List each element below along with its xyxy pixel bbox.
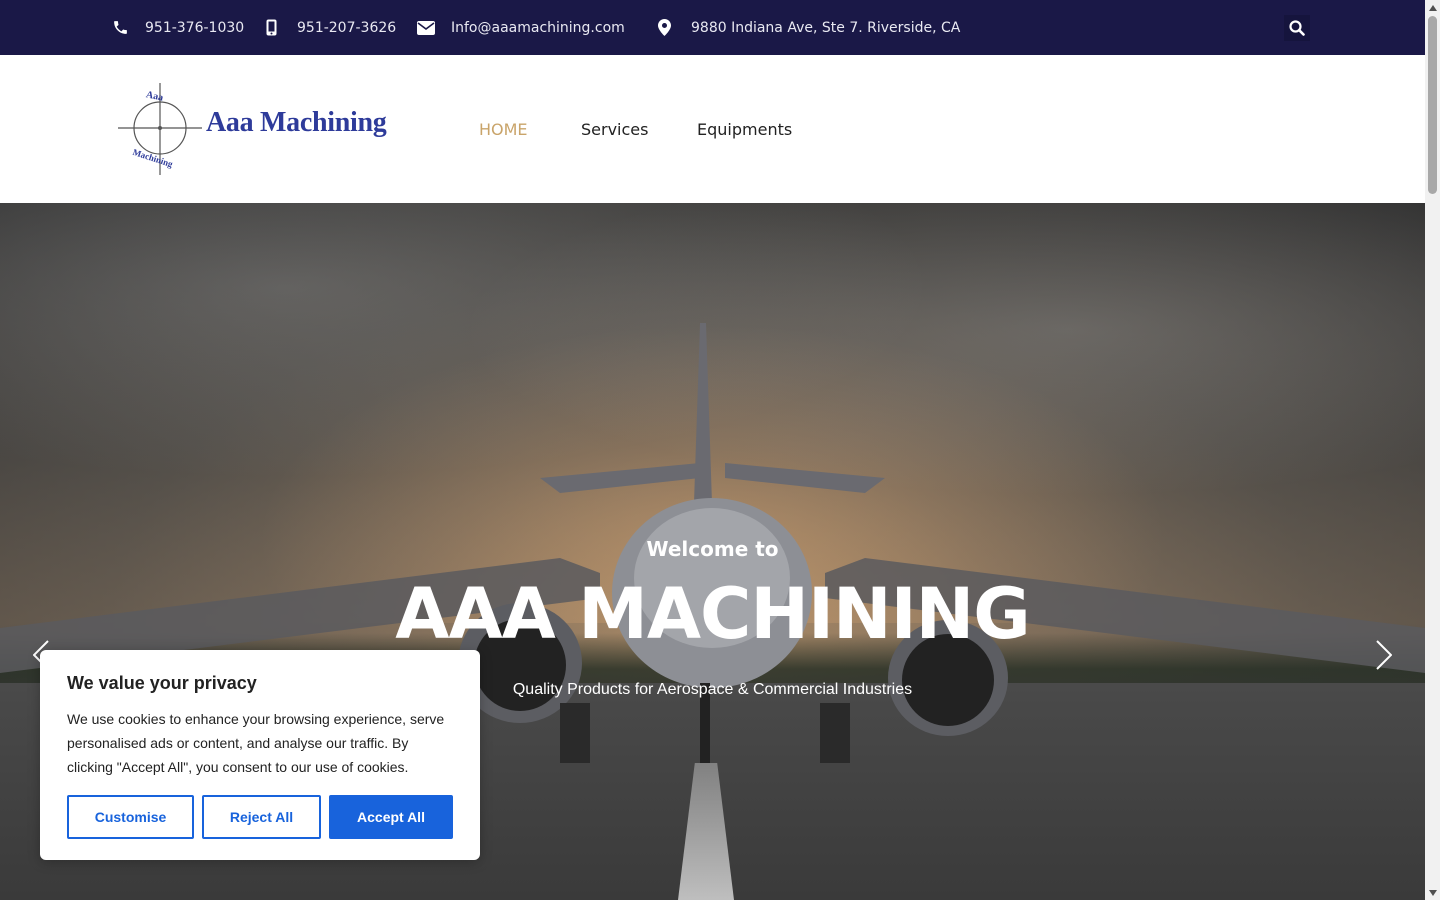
hero-title: AAA MACHINING (395, 573, 1030, 655)
page: 951-376-1030 951-207-3626 Info@aaamachin… (0, 0, 1425, 900)
top-contact-bar: 951-376-1030 951-207-3626 Info@aaamachin… (0, 0, 1425, 55)
nav-link-services[interactable]: Services (581, 120, 648, 139)
cookie-title: We value your privacy (67, 673, 257, 693)
nav-link-home[interactable]: HOME (479, 120, 528, 139)
cookie-description: We use cookies to enhance your browsing … (67, 711, 445, 775)
site-header: Aaa Machining Aaa Machining HOME Service… (0, 55, 1425, 203)
nav-item-services[interactable]: Services (581, 110, 648, 148)
phone-number-2: 951-207-3626 (297, 19, 397, 36)
mobile-icon (266, 19, 277, 36)
triangle-down-icon (1428, 889, 1437, 896)
mobile-contact[interactable]: 951-207-3626 (266, 0, 396, 55)
search-icon (1289, 20, 1305, 36)
triangle-up-icon (1428, 4, 1437, 11)
page-scrollbar[interactable] (1425, 0, 1440, 900)
envelope-icon (417, 20, 435, 35)
nav-item-equipments[interactable]: Equipments (697, 110, 792, 148)
map-marker-icon (658, 19, 671, 36)
site-logo[interactable]: Aaa Machining Aaa Machining (116, 81, 391, 179)
search-button[interactable] (1284, 15, 1310, 41)
nav-link-equipments[interactable]: Equipments (697, 120, 792, 139)
reject-all-button[interactable]: Reject All (202, 795, 321, 839)
scroll-down-button[interactable] (1425, 885, 1440, 900)
logo-wordmark: Aaa Machining (206, 107, 387, 138)
customise-button[interactable]: Customise (67, 795, 194, 839)
email-address: Info@aaamachining.com (451, 19, 625, 36)
scroll-up-button[interactable] (1425, 0, 1440, 15)
cookie-consent-banner: We value your privacy We use cookies to … (40, 650, 480, 860)
email-contact[interactable]: Info@aaamachining.com (417, 0, 625, 55)
street-address: 9880 Indiana Ave, Ste 7. Riverside, CA (691, 19, 961, 36)
phone-number-1: 951-376-1030 (145, 19, 245, 36)
scrollbar-thumb[interactable] (1428, 16, 1437, 194)
chevron-right-icon (1376, 640, 1392, 670)
phone-contact[interactable]: 951-376-1030 (112, 0, 244, 55)
address-contact[interactable]: 9880 Indiana Ave, Ste 7. Riverside, CA (658, 0, 960, 55)
phone-icon (114, 21, 127, 34)
hero-subtitle: Welcome to (646, 537, 779, 561)
slider-next-button[interactable] (1369, 635, 1399, 675)
nav-item-home[interactable]: HOME (479, 110, 528, 148)
accept-all-button[interactable]: Accept All (329, 795, 453, 839)
